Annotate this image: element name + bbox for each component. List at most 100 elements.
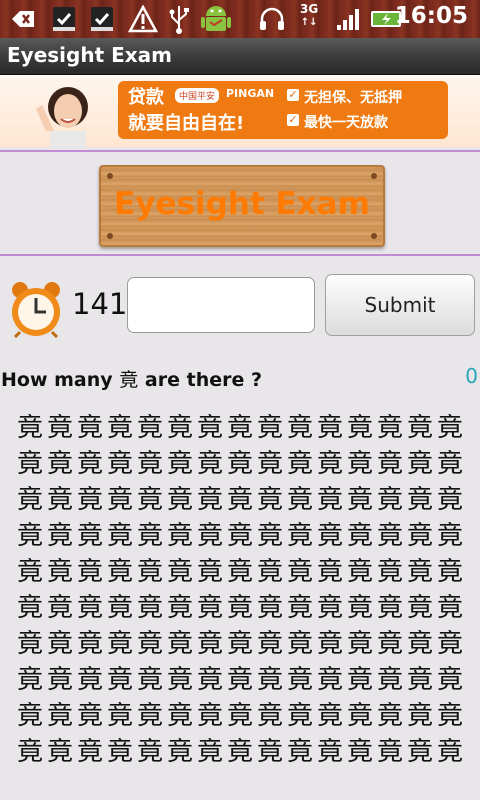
grid-cell: 竟 xyxy=(316,521,343,551)
alarm-clock-icon xyxy=(12,282,60,338)
grid-cell: 竟 xyxy=(196,701,223,731)
grid-cell: 竟 xyxy=(376,413,403,443)
grid-cell: 竟 xyxy=(16,413,43,443)
grid-cell: 竟 xyxy=(346,737,373,767)
grid-cell: 竟 xyxy=(16,593,43,623)
grid-cell: 竟 xyxy=(256,413,283,443)
grid-row: 竟竟竟竟竟竟竟竟竟竟竟竟竟竟竟 xyxy=(15,626,465,662)
question-suffix: are there ? xyxy=(144,369,263,391)
grid-cell: 竟 xyxy=(436,593,463,623)
ad-person-image xyxy=(36,87,88,147)
grid-cell: 竟 xyxy=(226,701,253,731)
grid-cell: 竟 xyxy=(316,701,343,731)
nail-icon xyxy=(371,233,377,239)
grid-cell: 竟 xyxy=(406,593,433,623)
grid-cell: 竟 xyxy=(166,521,193,551)
grid-cell: 竟 xyxy=(316,485,343,515)
grid-cell: 竟 xyxy=(226,593,253,623)
grid-cell: 竟 xyxy=(196,593,223,623)
grid-cell: 竟 xyxy=(196,449,223,479)
status-bar: 3G ↑↓ 16:05 xyxy=(0,0,480,38)
grid-cell: 竟 xyxy=(16,737,43,767)
android-icon xyxy=(200,5,232,33)
grid-cell: 竟 xyxy=(226,557,253,587)
grid-cell: 竟 xyxy=(106,557,133,587)
grid-cell: 竟 xyxy=(76,701,103,731)
grid-cell: 竟 xyxy=(226,629,253,659)
grid-cell: 竟 xyxy=(406,701,433,731)
submit-button[interactable]: Submit xyxy=(325,274,475,336)
grid-cell: 竟 xyxy=(226,737,253,767)
grid-cell: 竟 xyxy=(196,413,223,443)
grid-cell: 竟 xyxy=(316,449,343,479)
grid-cell: 竟 xyxy=(16,701,43,731)
grid-cell: 竟 xyxy=(106,413,133,443)
score: 0 xyxy=(465,364,478,388)
question-char: 竟 xyxy=(119,369,139,391)
title-board: Eyesight Exam xyxy=(99,165,385,247)
grid-row: 竟竟竟竟竟竟竟竟竟竟竟竟竟竟竟 xyxy=(15,662,465,698)
grid-cell: 竟 xyxy=(376,665,403,695)
grid-cell: 竟 xyxy=(286,413,313,443)
grid-cell: 竟 xyxy=(316,413,343,443)
grid-cell: 竟 xyxy=(346,593,373,623)
grid-cell: 竟 xyxy=(46,593,73,623)
ad-banner[interactable]: 贷款 中国平安 PINGAN 就要自由自在! ✓ 无担保、无抵押 ✓ 最快一天放… xyxy=(0,75,480,147)
checkbox-icon: ✓ xyxy=(287,88,299,101)
network-type-icon: 3G ↑↓ xyxy=(300,2,319,28)
grid-cell: 竟 xyxy=(376,629,403,659)
grid-cell: 竟 xyxy=(16,557,43,587)
grid-cell: 竟 xyxy=(76,629,103,659)
grid-cell: 竟 xyxy=(346,485,373,515)
grid-cell: 竟 xyxy=(406,449,433,479)
ad-benefit-1: 无担保、无抵押 xyxy=(304,90,402,106)
grid-cell: 竟 xyxy=(196,665,223,695)
grid-cell: 竟 xyxy=(376,737,403,767)
grid-cell: 竟 xyxy=(196,629,223,659)
nail-icon xyxy=(107,233,113,239)
grid-cell: 竟 xyxy=(76,449,103,479)
grid-cell: 竟 xyxy=(136,449,163,479)
grid-cell: 竟 xyxy=(136,521,163,551)
grid-cell: 竟 xyxy=(76,593,103,623)
ad-subheadline: 就要自由自在! xyxy=(128,113,245,134)
divider xyxy=(0,150,480,152)
grid-cell: 竟 xyxy=(76,485,103,515)
grid-cell: 竟 xyxy=(436,521,463,551)
grid-cell: 竟 xyxy=(226,665,253,695)
grid-cell: 竟 xyxy=(106,665,133,695)
countdown-timer: 141 xyxy=(72,287,128,321)
grid-cell: 竟 xyxy=(286,485,313,515)
grid-cell: 竟 xyxy=(286,737,313,767)
network-label: 3G xyxy=(300,2,319,16)
grid-cell: 竟 xyxy=(226,485,253,515)
answer-input[interactable] xyxy=(127,277,315,333)
grid-cell: 竟 xyxy=(256,557,283,587)
grid-cell: 竟 xyxy=(226,521,253,551)
grid-cell: 竟 xyxy=(256,593,283,623)
grid-cell: 竟 xyxy=(76,665,103,695)
grid-cell: 竟 xyxy=(46,521,73,551)
grid-cell: 竟 xyxy=(46,413,73,443)
grid-cell: 竟 xyxy=(376,593,403,623)
grid-cell: 竟 xyxy=(436,557,463,587)
grid-cell: 竟 xyxy=(166,413,193,443)
grid-cell: 竟 xyxy=(136,737,163,767)
signal-icon xyxy=(336,5,362,33)
grid-cell: 竟 xyxy=(226,449,253,479)
grid-cell: 竟 xyxy=(106,485,133,515)
grid-cell: 竟 xyxy=(286,701,313,731)
grid-cell: 竟 xyxy=(196,485,223,515)
grid-cell: 竟 xyxy=(106,449,133,479)
grid-cell: 竟 xyxy=(166,557,193,587)
character-grid: 竟竟竟竟竟竟竟竟竟竟竟竟竟竟竟竟竟竟竟竟竟竟竟竟竟竟竟竟竟竟竟竟竟竟竟竟竟竟竟竟… xyxy=(15,410,465,770)
warning-icon xyxy=(128,5,158,33)
nail-icon xyxy=(371,173,377,179)
grid-cell: 竟 xyxy=(376,701,403,731)
grid-cell: 竟 xyxy=(346,701,373,731)
grid-cell: 竟 xyxy=(46,665,73,695)
grid-cell: 竟 xyxy=(346,521,373,551)
grid-cell: 竟 xyxy=(286,449,313,479)
grid-cell: 竟 xyxy=(46,449,73,479)
grid-row: 竟竟竟竟竟竟竟竟竟竟竟竟竟竟竟 xyxy=(15,590,465,626)
